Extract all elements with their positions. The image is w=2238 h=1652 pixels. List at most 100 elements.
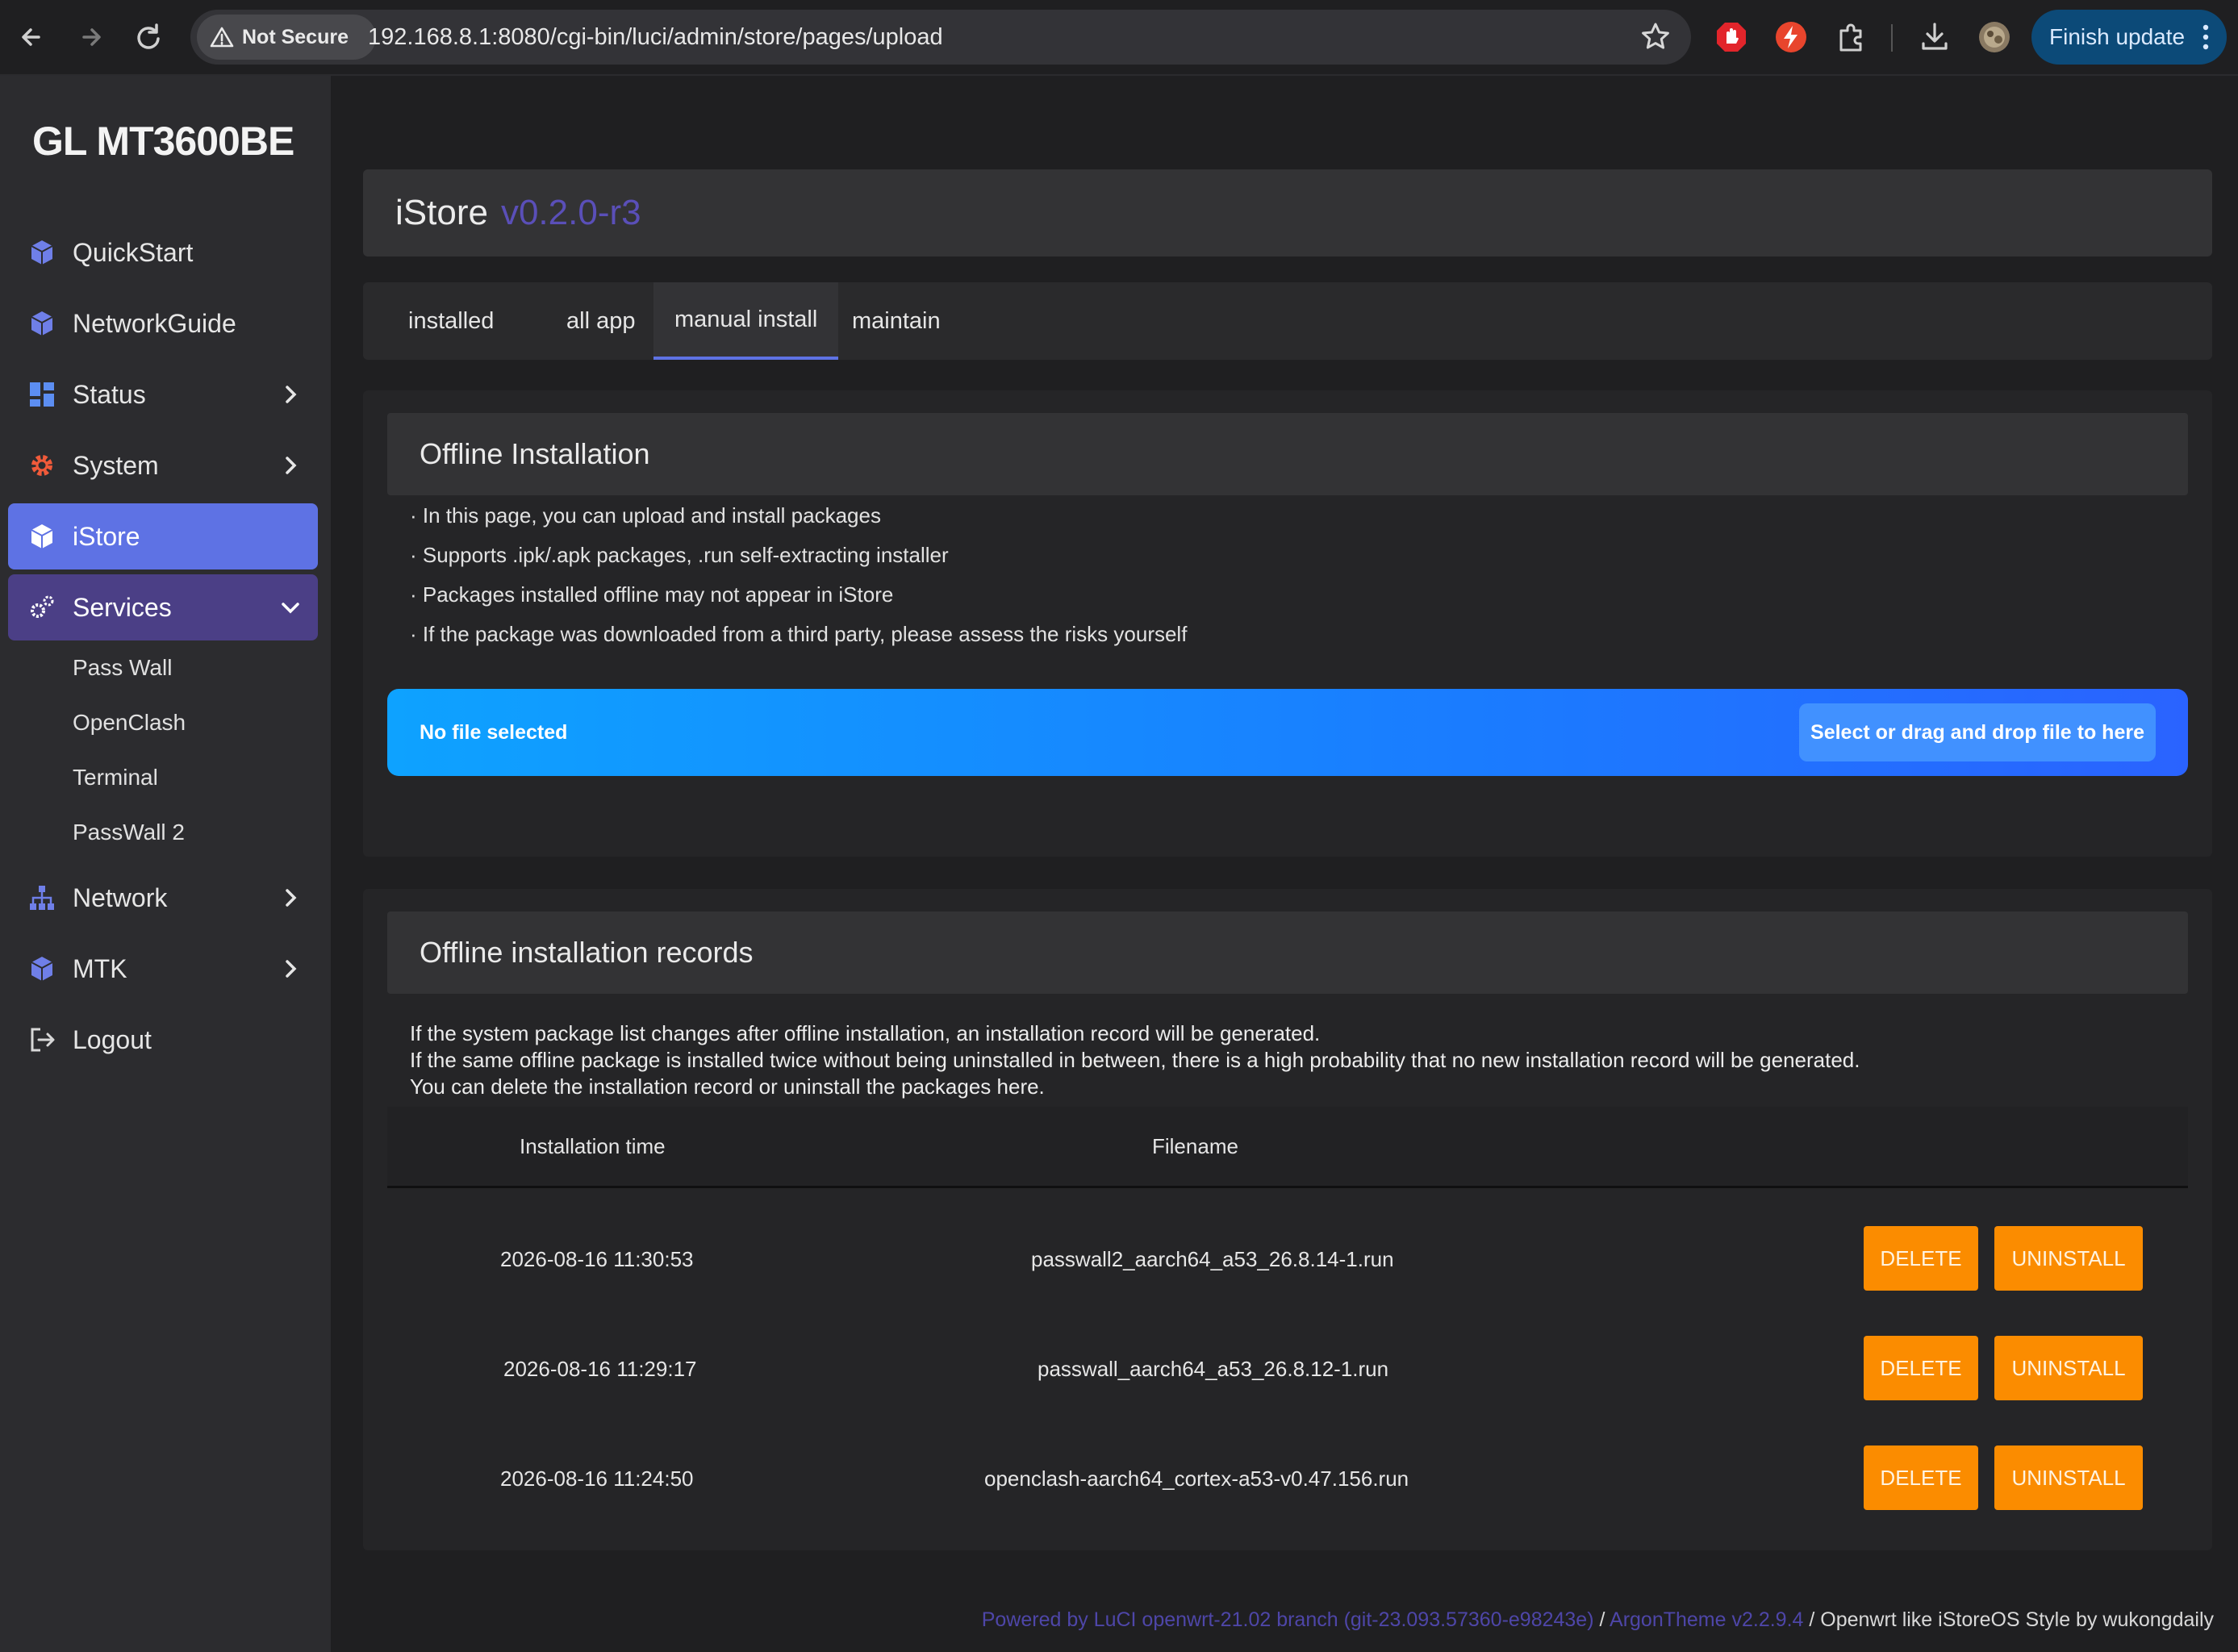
sidebar-item-mtk[interactable]: MTK [8, 936, 318, 1002]
chevron-right-icon [286, 889, 297, 907]
offline-installation-heading: Offline Installation [387, 413, 2188, 495]
main-content: iStore v0.2.0-r3 installed all app manua… [331, 76, 2238, 1652]
sidebar-item-label: Network [73, 882, 168, 912]
luci-link[interactable]: Powered by LuCI openwrt-21.02 branch (gi… [982, 1608, 1594, 1631]
app-version: v0.2.0-r3 [500, 193, 641, 232]
brand-logo[interactable]: GL MT3600BE [32, 118, 294, 165]
sidebar-item-quickstart[interactable]: QuickStart [8, 219, 318, 286]
sidebar-item-label: MTK [73, 953, 127, 983]
records-description: If the system package list changes after… [410, 1021, 1321, 1045]
installation-records-panel: Offline installation records If the syst… [363, 889, 2212, 1550]
sidebar-item-network[interactable]: Network [8, 865, 318, 931]
cube-icon [27, 522, 56, 551]
filename-cell: openclash-aarch64_cortex-a53-v0.47.156.r… [984, 1466, 1409, 1491]
sidebar-item-label: iStore [73, 521, 140, 551]
page-title: iStore v0.2.0-r3 [363, 169, 2212, 257]
sidebar-subitem-passwall2[interactable]: PassWall 2 [73, 820, 185, 845]
tab-all-app[interactable]: all app [566, 282, 635, 360]
address-bar[interactable]: Not Secure 192.168.8.1:8080/cgi-bin/luci… [190, 10, 1691, 65]
browser-toolbar: Not Secure 192.168.8.1:8080/cgi-bin/luci… [0, 0, 2238, 76]
chevron-right-icon [286, 960, 297, 978]
tab-manual-install[interactable]: manual install [653, 282, 839, 360]
uninstall-button[interactable]: UNINSTALL [1994, 1446, 2143, 1510]
uninstall-button[interactable]: UNINSTALL [1994, 1226, 2143, 1291]
bookmark-star-icon[interactable] [1639, 21, 1672, 53]
sidebar: GL MT3600BE QuickStart NetworkGuide Stat… [0, 76, 331, 1652]
sidebar-item-istore[interactable]: iStore [8, 503, 318, 569]
chevron-right-icon [286, 457, 297, 474]
delete-button[interactable]: DELETE [1864, 1446, 1978, 1510]
column-header-filename: Filename [1152, 1134, 1238, 1158]
sidebar-item-status[interactable]: Status [8, 361, 318, 428]
selected-file-status: No file selected [420, 721, 568, 744]
dashboard-icon [27, 380, 56, 409]
finish-update-button[interactable]: Finish update [2031, 10, 2227, 65]
argon-theme-link[interactable]: ArgonTheme v2.2.9.4 [1610, 1608, 1803, 1631]
cube-icon [27, 309, 56, 338]
logout-icon [27, 1025, 56, 1054]
tab-maintain[interactable]: maintain [852, 282, 941, 360]
app-title: iStore [395, 193, 488, 232]
records-description: If the same offline package is installed… [410, 1048, 1860, 1072]
profile-avatar[interactable] [1977, 19, 2012, 55]
footer-credits: / Openwrt like iStoreOS Style by wukongd… [1803, 1608, 2214, 1631]
sidebar-item-label: NetworkGuide [73, 308, 236, 338]
table-row: 2026-08-16 11:29:17 passwall_aarch64_a53… [387, 1315, 2188, 1425]
security-label: Not Secure [242, 25, 349, 48]
select-file-button[interactable]: Select or drag and drop file to here [1799, 703, 2156, 761]
sidebar-item-networkguide[interactable]: NetworkGuide [8, 290, 318, 357]
records-description: You can delete the installation record o… [410, 1074, 1045, 1099]
sidebar-item-services[interactable]: Services [8, 574, 318, 640]
table-row: 2026-08-16 11:24:50 openclash-aarch64_co… [387, 1425, 2188, 1534]
sidebar-item-label: System [73, 450, 159, 480]
tab-installed[interactable]: installed [408, 282, 494, 360]
sidebar-item-logout[interactable]: Logout [8, 1007, 318, 1073]
uninstall-button[interactable]: UNINSTALL [1994, 1336, 2143, 1400]
sidebar-item-system[interactable]: System [8, 432, 318, 499]
cube-icon [27, 238, 56, 267]
installation-records-heading: Offline installation records [387, 912, 2188, 994]
warning-icon [210, 27, 234, 48]
offline-note: · If the package was downloaded from a t… [410, 622, 1188, 646]
toolbar-divider [1891, 24, 1893, 52]
gear-icon [27, 451, 56, 480]
sidebar-item-label: QuickStart [73, 237, 194, 267]
finish-update-label: Finish update [2049, 24, 2186, 49]
url-text[interactable]: 192.168.8.1:8080/cgi-bin/luci/admin/stor… [368, 24, 943, 51]
chevron-right-icon [286, 386, 297, 403]
offline-note: · Packages installed offline may not app… [410, 582, 894, 607]
delete-button[interactable]: DELETE [1864, 1226, 1978, 1291]
reload-icon[interactable] [129, 18, 168, 56]
installation-time-cell: 2026-08-16 11:29:17 [503, 1357, 697, 1381]
offline-note: · In this page, you can upload and insta… [410, 503, 881, 528]
sidebar-subitem-openclash[interactable]: OpenClash [73, 710, 186, 736]
sidebar-item-label: Logout [73, 1024, 152, 1054]
downloads-icon[interactable] [1917, 19, 1952, 55]
footer-separator: / [1593, 1608, 1610, 1631]
sidebar-item-label: Services [73, 592, 172, 622]
records-table-header: Installation time Filename [387, 1107, 2188, 1188]
network-icon [27, 883, 56, 912]
back-icon[interactable] [13, 18, 52, 56]
tab-bar: installed all app manual install maintai… [363, 282, 2212, 360]
offline-installation-panel: Offline Installation · In this page, you… [363, 390, 2212, 857]
filename-cell: passwall_aarch64_a53_26.8.12-1.run [1038, 1357, 1389, 1381]
lightning-extension-icon[interactable] [1773, 19, 1809, 55]
installation-time-cell: 2026-08-16 11:30:53 [500, 1247, 694, 1271]
file-upload-dropzone[interactable]: No file selected Select or drag and drop… [387, 689, 2188, 776]
more-options-icon[interactable] [2203, 23, 2209, 52]
sidebar-subitem-passwall[interactable]: Pass Wall [73, 655, 172, 681]
offline-note: · Supports .ipk/.apk packages, .run self… [410, 543, 949, 567]
sidebar-item-label: Status [73, 379, 146, 409]
adblock-extension-icon[interactable] [1714, 19, 1749, 55]
chevron-down-icon [282, 603, 299, 614]
delete-button[interactable]: DELETE [1864, 1336, 1978, 1400]
extensions-puzzle-icon[interactable] [1833, 19, 1868, 55]
sidebar-subitem-terminal[interactable]: Terminal [73, 765, 158, 791]
forward-icon[interactable] [71, 18, 110, 56]
cube-icon [27, 954, 56, 983]
gears-icon [27, 593, 56, 622]
security-indicator[interactable]: Not Secure [197, 15, 376, 60]
page-footer: Powered by LuCI openwrt-21.02 branch (gi… [982, 1608, 2214, 1632]
column-header-installation-time: Installation time [520, 1134, 666, 1158]
